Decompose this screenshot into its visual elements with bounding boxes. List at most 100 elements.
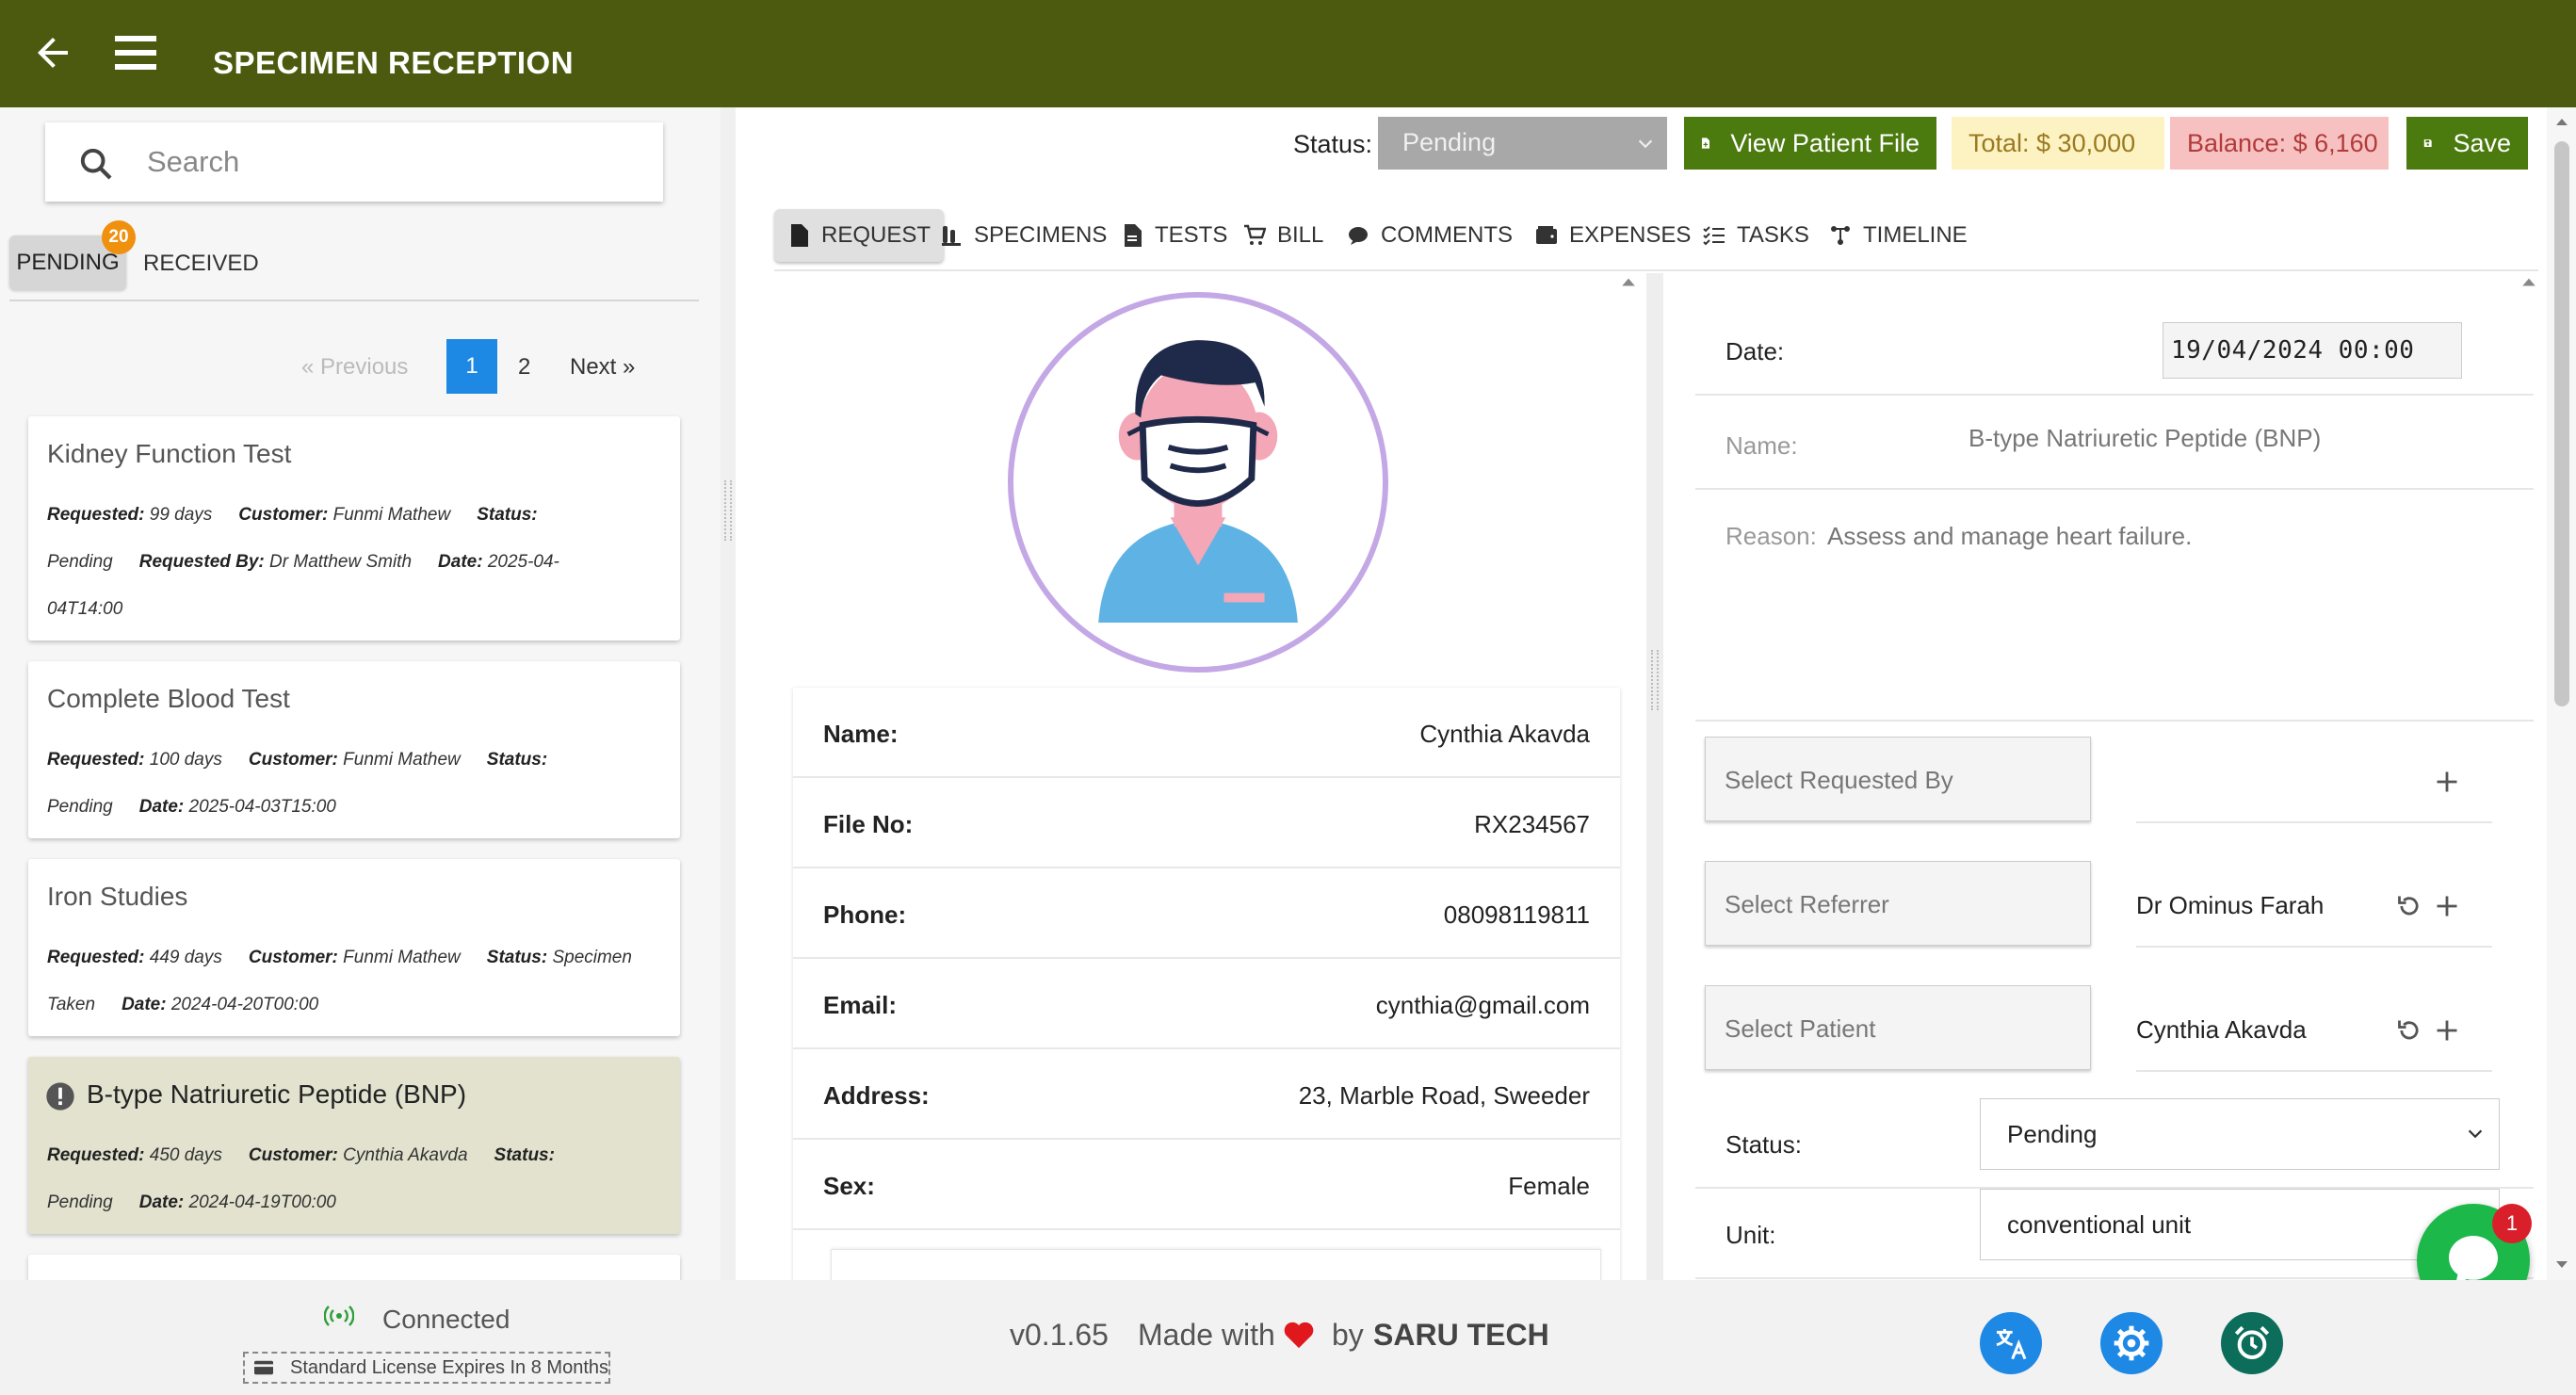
scroll-up-icon[interactable] bbox=[2554, 115, 2569, 128]
vials-icon bbox=[942, 226, 961, 246]
status-dropdown[interactable]: Pending bbox=[1980, 1098, 2500, 1170]
request-card-blood[interactable]: Complete Blood Test Requested: 100 days C… bbox=[28, 661, 680, 838]
request-card-bnp[interactable]: B-type Natriuretic Peptide (BNP) Request… bbox=[28, 1057, 680, 1234]
masked-person-icon bbox=[1098, 340, 1298, 623]
translate-button[interactable] bbox=[1980, 1312, 2042, 1374]
requested-by-select[interactable]: Select Requested By bbox=[1705, 737, 2091, 821]
patient-panel: Name: Cynthia Akavda File No: RX234567 P… bbox=[774, 273, 1629, 1306]
reset-icon[interactable] bbox=[2396, 893, 2422, 919]
settings-button[interactable] bbox=[2100, 1312, 2163, 1374]
reason-row: Reason: Assess and manage heart failure. bbox=[1695, 490, 2534, 722]
unit-row: Unit: conventional unit bbox=[1695, 1189, 2534, 1279]
status-label: Status: bbox=[1293, 130, 1373, 158]
drag-handle-icon[interactable] bbox=[1651, 650, 1659, 710]
by-text: by bbox=[1332, 1318, 1364, 1352]
app-version: v0.1.65 bbox=[1010, 1318, 1109, 1352]
save-button[interactable]: Save bbox=[2406, 117, 2528, 170]
chevron-down-icon bbox=[2468, 1129, 2483, 1139]
patient-field-value: 08098119811 bbox=[1443, 900, 1590, 929]
patient-row-sex: Sex: Female bbox=[793, 1140, 1620, 1230]
card-title: Complete Blood Test bbox=[47, 684, 290, 713]
made-with-text: Made with bbox=[1138, 1318, 1275, 1352]
request-card-iron[interactable]: Iron Studies Requested: 449 days Customer… bbox=[28, 859, 680, 1036]
drag-handle-icon[interactable] bbox=[724, 480, 732, 541]
tab-pending-label: PENDING bbox=[16, 250, 120, 275]
brand-name: SARU TECH bbox=[1373, 1318, 1549, 1352]
pagination-previous[interactable]: « Previous bbox=[301, 354, 408, 381]
referrer-value: Dr Ominus Farah bbox=[2136, 891, 2325, 919]
pagination-next[interactable]: Next » bbox=[570, 354, 635, 381]
heart-icon bbox=[1284, 1322, 1314, 1349]
tab-tasks[interactable]: TASKS bbox=[1703, 209, 1809, 262]
scroll-up-icon[interactable] bbox=[2520, 275, 2537, 288]
checklist-icon bbox=[1703, 226, 1725, 246]
plus-icon[interactable] bbox=[2434, 1017, 2460, 1044]
plus-icon[interactable] bbox=[2434, 893, 2460, 919]
view-patient-file-label: View Patient File bbox=[1730, 128, 1920, 157]
tab-bill[interactable]: BILL bbox=[1243, 209, 1323, 262]
patient-value: Cynthia Akavda bbox=[2136, 1015, 2307, 1044]
reason-label: Reason: bbox=[1725, 522, 1817, 550]
tab-specimens[interactable]: SPECIMENS bbox=[940, 209, 1107, 262]
search-box bbox=[45, 122, 663, 202]
card-title: B-type Natriuretic Peptide (BNP) bbox=[87, 1079, 467, 1109]
name-label: Name: bbox=[1725, 431, 1798, 460]
page-title: SPECIMEN RECEPTION bbox=[213, 45, 575, 80]
date-row: Date: 19/04/2024 00:00 bbox=[1695, 273, 2534, 396]
tab-label: TASKS bbox=[1737, 222, 1809, 248]
timeline-icon bbox=[1831, 226, 1850, 245]
reset-icon[interactable] bbox=[2396, 1017, 2422, 1044]
tab-timeline[interactable]: TIMELINE bbox=[1829, 209, 1968, 262]
patient-field-value: cynthia@gmail.com bbox=[1375, 991, 1590, 1019]
file-plus-icon bbox=[1701, 138, 1710, 149]
request-card-kidney[interactable]: Kidney Function Test Requested: 99 days C… bbox=[28, 416, 680, 641]
document-icon bbox=[791, 224, 808, 247]
scroll-up-icon[interactable] bbox=[1620, 275, 1637, 288]
referrer-select[interactable]: Select Referrer bbox=[1705, 861, 2091, 946]
panel-splitter-left[interactable] bbox=[721, 107, 736, 1280]
card-meta-line: Pending Requested By: Dr Matthew Smith Dat… bbox=[47, 552, 559, 572]
card-meta-line: Taken Date: 2024-04-20T00:00 bbox=[47, 995, 319, 1014]
patient-info-card: Name: Cynthia Akavda File No: RX234567 P… bbox=[793, 688, 1620, 1306]
hamburger-menu-icon[interactable] bbox=[115, 34, 156, 72]
card-meta-line: Pending Date: 2025-04-03T15:00 bbox=[47, 797, 336, 817]
patient-select[interactable]: Select Patient bbox=[1705, 985, 2091, 1070]
back-arrow-icon[interactable] bbox=[30, 30, 75, 75]
alarm-button[interactable] bbox=[2221, 1312, 2283, 1374]
page-scrollbar[interactable] bbox=[2547, 107, 2576, 1280]
scrollbar-thumb[interactable] bbox=[2554, 141, 2569, 706]
tab-received[interactable]: RECEIVED bbox=[143, 251, 259, 277]
panel-splitter-right[interactable] bbox=[1646, 273, 1663, 1280]
date-input[interactable]: 19/04/2024 00:00 bbox=[2163, 322, 2462, 379]
tab-tests[interactable]: TESTS bbox=[1121, 209, 1227, 262]
view-patient-file-button[interactable]: View Patient File bbox=[1684, 117, 1936, 170]
search-input[interactable] bbox=[147, 139, 637, 185]
tab-comments[interactable]: COMMENTS bbox=[1347, 209, 1513, 262]
patient-field-label: Phone: bbox=[823, 900, 907, 929]
status-dropdown-value: Pending bbox=[2007, 1120, 2098, 1148]
tab-label: SPECIMENS bbox=[974, 222, 1108, 248]
section-tabs: REQUEST SPECIMENS TESTS BILL COMMENTS EX… bbox=[774, 205, 2538, 271]
chat-notification-badge: 1 bbox=[2492, 1204, 2532, 1243]
request-toolbar: Status: Pending View Patient File Total:… bbox=[736, 107, 2539, 181]
pagination-page-1[interactable]: 1 bbox=[446, 339, 497, 394]
save-label: Save bbox=[2453, 128, 2511, 157]
plus-icon[interactable] bbox=[2434, 769, 2460, 795]
pagination-page-2[interactable]: 2 bbox=[518, 354, 530, 381]
tab-label: BILL bbox=[1277, 222, 1324, 248]
patient-field-label: Email: bbox=[823, 991, 898, 1019]
scroll-down-icon[interactable] bbox=[2554, 1258, 2569, 1272]
gear-icon bbox=[2114, 1325, 2149, 1361]
status-select[interactable]: Pending bbox=[1378, 117, 1667, 170]
app-header: SPECIMEN RECEPTION bbox=[0, 0, 2576, 107]
patient-field-label: Name: bbox=[823, 720, 899, 748]
patient-field-value: 23, Marble Road, Sweeder bbox=[1298, 1081, 1590, 1110]
referrer-field: Dr Ominus Farah bbox=[2136, 861, 2492, 948]
tab-label: TIMELINE bbox=[1863, 222, 1968, 248]
tab-request[interactable]: REQUEST bbox=[774, 209, 945, 262]
patient-field-label: File No: bbox=[823, 810, 914, 838]
requested-by-field bbox=[2136, 737, 2492, 823]
tab-expenses[interactable]: EXPENSES bbox=[1535, 209, 1691, 262]
patient-field-value: Female bbox=[1508, 1172, 1590, 1200]
patient-field-label: Sex: bbox=[823, 1172, 875, 1200]
